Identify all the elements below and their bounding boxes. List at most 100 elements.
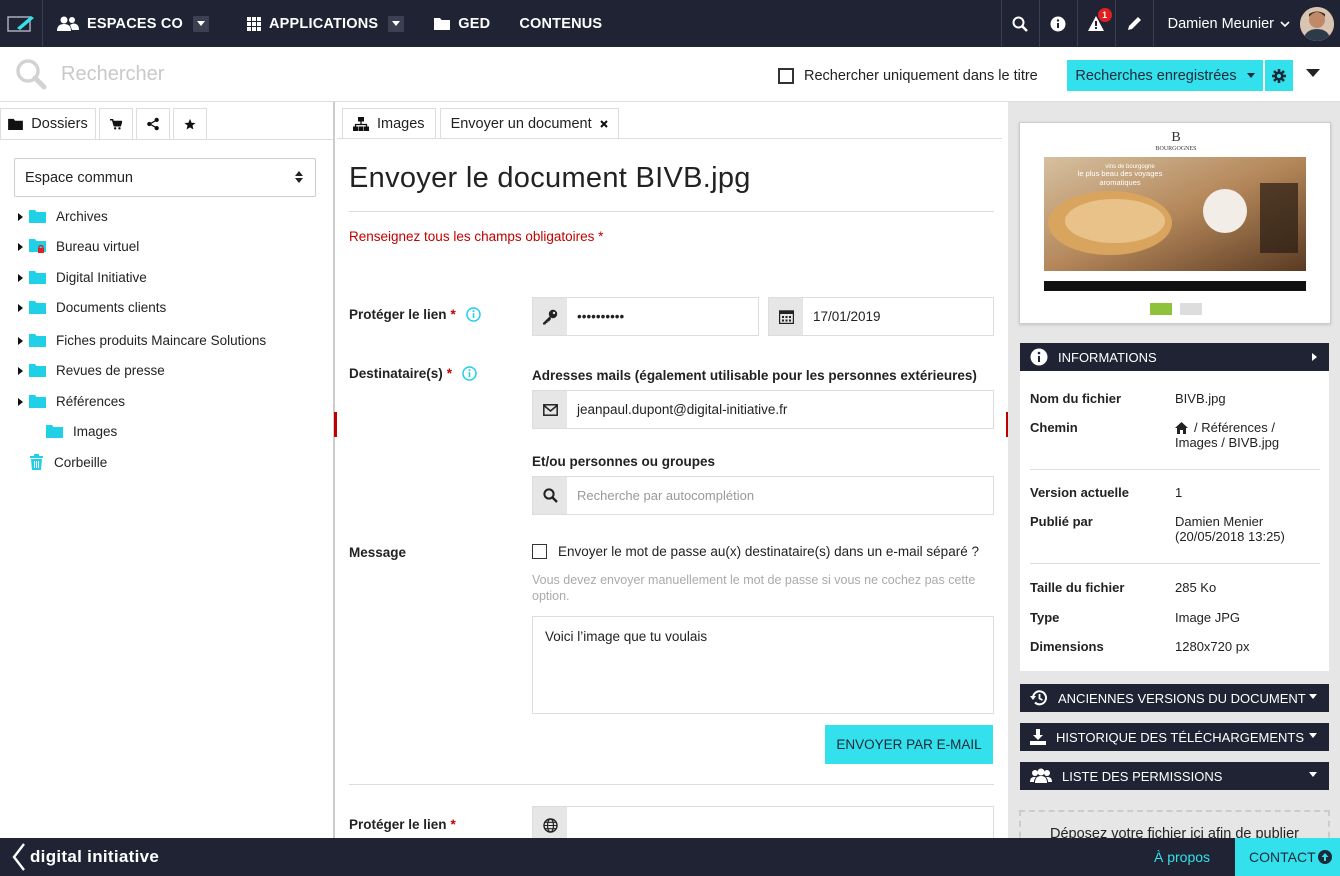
document-preview[interactable]: B BOURGOGNES vins de bourgogne le plus b… xyxy=(1019,122,1331,324)
tab-cart[interactable] xyxy=(99,108,133,139)
informations-accordion[interactable]: INFORMATIONS xyxy=(1020,343,1329,371)
tab-favorites[interactable] xyxy=(173,108,207,139)
caret-down-icon xyxy=(1309,733,1317,738)
required-star: * xyxy=(450,817,456,832)
folder-references[interactable]: Références xyxy=(18,394,125,409)
expiry-date-field[interactable]: 17/01/2019 xyxy=(768,297,994,336)
info-key: Taille du fichier xyxy=(1030,580,1125,595)
nav-contenus[interactable]: CONTENUS xyxy=(519,0,602,47)
historique-title: HISTORIQUE DES TÉLÉCHARGEMENTS xyxy=(1056,729,1305,745)
tab-share[interactable] xyxy=(136,108,170,139)
saved-searches-button[interactable]: Recherches enregistrées xyxy=(1067,60,1263,91)
persons-label: Et/ou personnes ou groupes xyxy=(532,454,716,469)
upload-dropzone[interactable]: Déposez votre fichier ici afin de publie… xyxy=(1019,810,1330,838)
arrow-up-circle-icon xyxy=(1318,850,1332,864)
tab-dossiers[interactable]: Dossiers xyxy=(0,108,96,139)
nav-ged[interactable]: GED xyxy=(434,0,490,47)
search-input[interactable]: Rechercher xyxy=(61,63,164,86)
folder-icon xyxy=(29,210,46,223)
folder-label: Fiches produits Maincare Solutions xyxy=(56,333,267,348)
path-part-2[interactable]: Images / BIVB.jpg xyxy=(1175,435,1325,450)
info-value: 285 Ko xyxy=(1175,580,1217,595)
only-title-checkbox[interactable]: Rechercher uniquement dans le titre xyxy=(778,68,1038,84)
search-button[interactable] xyxy=(1000,0,1039,47)
folder-icon xyxy=(8,118,24,130)
folder-corbeille[interactable]: Corbeille xyxy=(30,454,107,470)
send-email-button[interactable]: ENVOYER PAR E-MAIL xyxy=(825,725,993,764)
tab-images[interactable]: Images xyxy=(342,108,436,139)
separate-password-checkbox[interactable]: Envoyer le mot de passe au(x) destinatai… xyxy=(532,544,979,559)
folder-icon xyxy=(29,364,46,377)
date-value: 17/01/2019 xyxy=(813,309,881,324)
edit-button[interactable] xyxy=(1114,0,1153,47)
footer-logo[interactable]: digital initiative xyxy=(12,842,159,872)
caret-right-icon[interactable] xyxy=(18,397,26,406)
app-logo[interactable] xyxy=(0,0,43,47)
contact-button[interactable]: CONTACT xyxy=(1235,838,1340,876)
tab-envoyer-label: Envoyer un document xyxy=(450,116,592,132)
caret-right-icon[interactable] xyxy=(18,212,26,221)
link-url-field[interactable] xyxy=(532,806,994,838)
password-value: •••••••••• xyxy=(577,309,625,324)
caret-down-icon[interactable] xyxy=(1306,69,1320,77)
folder-documents-clients[interactable]: Documents clients xyxy=(18,300,166,315)
nav-espaces[interactable]: ESPACES CO xyxy=(57,0,210,47)
info-value: 1280x720 px xyxy=(1175,639,1250,654)
search-settings-button[interactable] xyxy=(1265,60,1293,91)
sitemap-icon xyxy=(353,117,369,131)
download-icon xyxy=(1030,729,1046,745)
protect-link-label-2: Protéger le lien * xyxy=(349,817,456,832)
folder-label: Archives xyxy=(56,209,108,224)
folder-bureau-virtuel[interactable]: Bureau virtuel xyxy=(18,239,139,254)
dropzone-text: Déposez votre fichier ici afin de publie… xyxy=(1049,826,1300,838)
folder-archives[interactable]: Archives xyxy=(18,209,108,224)
checkbox[interactable] xyxy=(532,544,547,559)
password-field[interactable]: •••••••••• xyxy=(532,297,759,336)
space-select[interactable]: Espace commun xyxy=(14,158,316,197)
info-icon[interactable] xyxy=(466,307,481,322)
permissions-accordion[interactable]: LISTE DES PERMISSIONS xyxy=(1020,762,1329,790)
tab-envoyer-document[interactable]: Envoyer un document xyxy=(439,108,619,139)
folder-digital-initiative[interactable]: Digital Initiative xyxy=(18,270,147,285)
chevron-down-icon xyxy=(1280,20,1290,27)
alerts-button[interactable]: 1 xyxy=(1076,0,1115,47)
pencil-icon xyxy=(1128,16,1142,30)
path-part-1[interactable]: / Références / xyxy=(1194,420,1275,435)
apropos-link[interactable]: À propos xyxy=(1154,849,1210,865)
folder-icon xyxy=(29,271,46,284)
protect-link-label-text: Protéger le lien xyxy=(349,817,447,832)
folder-images[interactable]: Images xyxy=(46,424,117,439)
caret-right-icon[interactable] xyxy=(18,303,26,312)
folder-revues-de-presse[interactable]: Revues de presse xyxy=(18,363,165,378)
user-menu[interactable]: Damien Meunier xyxy=(1152,0,1340,47)
nav-applications[interactable]: APPLICATIONS xyxy=(247,0,405,47)
calendar-icon xyxy=(769,298,803,335)
preview-line2: le plus beau des voyages xyxy=(1078,169,1163,178)
gear-icon xyxy=(1272,68,1286,83)
caret-right-icon[interactable] xyxy=(18,336,26,345)
persons-search-field[interactable]: Recherche par autocomplétion xyxy=(532,476,994,515)
info-value: 1 xyxy=(1175,485,1183,500)
info-icon[interactable] xyxy=(462,366,477,381)
caret-right-icon[interactable] xyxy=(18,242,26,251)
home-icon[interactable] xyxy=(1175,421,1188,434)
email-field[interactable]: jeanpaul.dupont@digital-initiative.fr xyxy=(532,390,994,429)
divider xyxy=(1030,563,1320,564)
caret-right-icon[interactable] xyxy=(18,273,26,282)
historique-telechargements-accordion[interactable]: HISTORIQUE DES TÉLÉCHARGEMENTS xyxy=(1020,723,1329,751)
publish-date: (20/05/2018 13:25) xyxy=(1175,529,1285,544)
info-value: BIVB.jpg xyxy=(1175,391,1226,406)
chevron-down-icon[interactable] xyxy=(388,15,405,32)
message-textarea[interactable]: Voici l’image que tu voulais xyxy=(532,616,994,714)
folder-fiches-produits[interactable]: Fiches produits Maincare Solutions xyxy=(18,333,266,348)
close-icon[interactable] xyxy=(599,120,608,128)
recipients-label-text: Destinataire(s) xyxy=(349,366,443,381)
folder-icon xyxy=(29,334,46,347)
anciennes-versions-accordion[interactable]: ANCIENNES VERSIONS DU DOCUMENT xyxy=(1020,684,1329,712)
info-button[interactable] xyxy=(1038,0,1077,47)
chevron-down-icon[interactable] xyxy=(193,15,210,32)
search-icon[interactable] xyxy=(15,58,47,90)
caret-right-icon[interactable] xyxy=(18,366,26,375)
caret-right-icon xyxy=(1312,353,1317,361)
checkbox[interactable] xyxy=(778,68,794,84)
